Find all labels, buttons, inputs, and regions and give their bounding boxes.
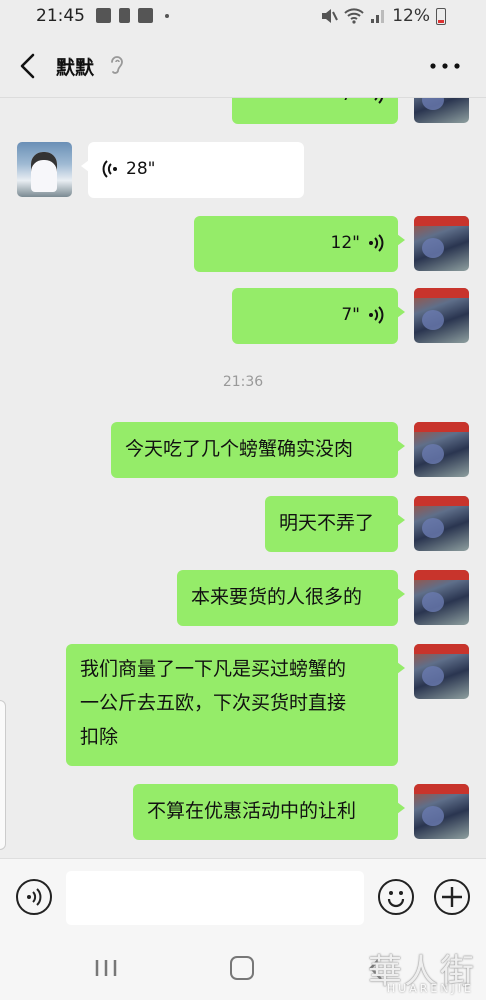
voice-duration: 7"	[341, 305, 360, 325]
voice-content: 28"	[102, 152, 290, 186]
voice-wave-icon	[369, 306, 384, 324]
text-message[interactable]: 本来要货的人很多的	[177, 570, 405, 626]
voice-content: 7"	[246, 298, 384, 332]
recent-apps-button[interactable]	[94, 958, 118, 978]
more-notifications-icon	[165, 13, 169, 18]
message-text-line: 扣除	[80, 726, 119, 748]
home-button[interactable]	[230, 956, 254, 980]
contact-avatar[interactable]	[17, 142, 72, 197]
message-text: 本来要货的人很多的	[191, 586, 363, 608]
signal-icon	[371, 10, 385, 23]
system-nav-bar: 華人街 HUARENJIE	[0, 936, 486, 1000]
text-message[interactable]: 不算在优惠活动中的让利	[133, 784, 405, 840]
more-options-button[interactable]	[428, 56, 462, 76]
notification-icons	[96, 8, 169, 23]
message-composer	[0, 858, 486, 936]
voice-content: 12"	[208, 226, 384, 260]
my-avatar[interactable]	[414, 784, 469, 839]
voice-input-toggle[interactable]	[16, 879, 52, 915]
battery-icon	[436, 7, 446, 25]
text-message[interactable]: 我们商量了一下凡是买过螃蟹的 一公斤去五欧，下次买货时直接 扣除	[66, 644, 405, 766]
my-avatar[interactable]	[414, 288, 469, 343]
my-avatar[interactable]	[414, 422, 469, 477]
voice-message[interactable]: 28"	[81, 142, 304, 198]
voice-duration: 7"	[341, 98, 360, 112]
app-icon	[138, 8, 153, 23]
voice-wave-icon	[374, 98, 383, 104]
voice-wave-icon	[369, 234, 384, 252]
message-list[interactable]: 7" 28" 12" 7" 21:36 今天吃了几个螃蟹确实没肉 明天不弄了	[0, 98, 486, 858]
text-message[interactable]: 明天不弄了	[265, 496, 405, 552]
message-text: 今天吃了几个螃蟹确实没肉	[125, 438, 354, 460]
gallery-icon	[96, 8, 111, 23]
chat-header: 默默	[0, 34, 486, 98]
back-button[interactable]	[14, 50, 44, 82]
edge-panel-handle[interactable]	[0, 700, 6, 850]
emoji-button[interactable]	[378, 879, 414, 915]
voice-message[interactable]: 12"	[194, 216, 405, 272]
more-functions-button[interactable]	[434, 879, 470, 915]
message-text: 不算在优惠活动中的让利	[147, 800, 357, 822]
message-text: 明天不弄了	[279, 512, 375, 534]
watermark-subtext: HUARENJIE	[386, 982, 474, 995]
voice-toggle-icon	[27, 888, 42, 906]
voice-wave-icon	[102, 160, 117, 178]
message-input[interactable]	[66, 871, 364, 925]
my-avatar[interactable]	[414, 644, 469, 699]
voice-duration: 12"	[330, 233, 360, 253]
message-timestamp: 21:36	[222, 374, 264, 390]
message-text-line: 一公斤去五欧，下次买货时直接	[80, 692, 347, 714]
plus-icon	[442, 887, 462, 907]
mute-icon	[322, 9, 339, 23]
wifi-icon	[344, 8, 364, 24]
status-time: 21:45	[36, 6, 85, 26]
chat-title[interactable]: 默默	[56, 53, 94, 80]
voice-content: 7"	[246, 98, 384, 112]
status-right: 12%	[320, 6, 446, 26]
my-avatar[interactable]	[414, 216, 469, 271]
battery-percent: 12%	[392, 6, 430, 26]
my-avatar[interactable]	[414, 570, 469, 625]
my-avatar[interactable]	[414, 496, 469, 551]
earpiece-mode-icon	[111, 56, 123, 74]
message-text-line: 我们商量了一下凡是买过螃蟹的	[80, 658, 347, 680]
voice-duration: 28"	[126, 159, 156, 179]
alert-icon	[119, 8, 130, 23]
my-avatar[interactable]	[414, 98, 469, 123]
status-bar: 21:45 12%	[0, 0, 486, 34]
voice-message[interactable]: 7"	[232, 98, 398, 124]
voice-message[interactable]: 7"	[232, 288, 405, 344]
emoji-icon	[387, 891, 405, 908]
text-message[interactable]: 今天吃了几个螃蟹确实没肉	[111, 422, 405, 478]
